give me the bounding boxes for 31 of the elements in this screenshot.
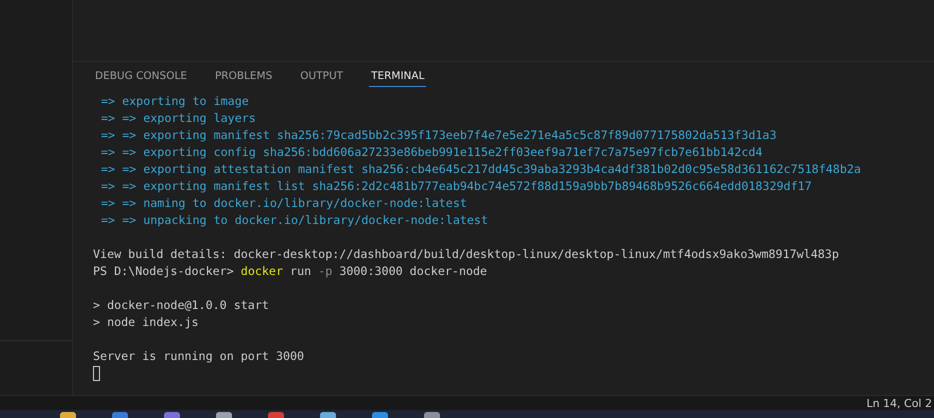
terminal-text: => => exporting config sha256:bdd606a27233e86beb991e115e2ff03eef9a71ef7c7a75e97fcb7e61bb142cd4 (101, 144, 762, 161)
terminal-text: => => exporting manifest list sha256:2d2c481b777eab94bc74e572f88d159a9bb7b89468b9526c664edd018329df17 (101, 178, 812, 195)
app-icon[interactable] (216, 412, 232, 418)
terminal-text: -p (318, 263, 332, 280)
panel-tab[interactable]: TERMINAL (369, 68, 426, 87)
app-icon[interactable] (164, 412, 180, 418)
panel-tab[interactable]: OUTPUT (298, 68, 346, 87)
cursor-position[interactable]: Ln 14, Col 2 (866, 396, 932, 410)
terminal-text: run (289, 263, 312, 280)
app-icon[interactable] (60, 412, 76, 418)
terminal-text: => => unpacking to docker.io/library/docker-node:latest (101, 212, 488, 229)
terminal-text: => => exporting manifest sha256:79cad5bb2c395f173eeb7f4e7e5e271e4a5c5c87f89d077175802da513f3d1a3 (101, 127, 777, 144)
app-icon[interactable] (112, 412, 128, 418)
terminal-text: => => exporting layers (101, 110, 256, 127)
app-icon[interactable] (372, 412, 388, 418)
terminal-text: View build details: docker-desktop://dashboard/build/desktop-linux/desktop-linux/mtf4odsx9ako3wm8917wl483p (93, 246, 839, 263)
terminal-text: => exporting to image (101, 93, 249, 110)
panel-tab[interactable]: DEBUG CONSOLE (93, 68, 189, 87)
app-icon[interactable] (424, 412, 440, 418)
panel-tab[interactable]: PROBLEMS (212, 68, 274, 87)
terminal-text: => => exporting attestation manifest sha256:cb4e645c217dd45c39aba3293b4ca4df381b02d0c95e58d361162c7518f48b2a (101, 161, 861, 178)
terminal-text: > docker-node@1.0.0 start (93, 297, 269, 314)
terminal-text: 3000:3000 docker-node (338, 263, 488, 280)
terminal-cursor (93, 366, 100, 381)
terminal-text: => => naming to docker.io/library/docker-node:latest (101, 195, 467, 212)
terminal-text: docker (240, 263, 284, 280)
terminal-text: Server is running on port 3000 (93, 348, 304, 365)
app-icon[interactable] (268, 412, 284, 418)
terminal-text: > node index.js (93, 314, 199, 331)
terminal-text: PS D:\Nodejs-docker> (93, 263, 235, 280)
app-icon[interactable] (320, 412, 336, 418)
